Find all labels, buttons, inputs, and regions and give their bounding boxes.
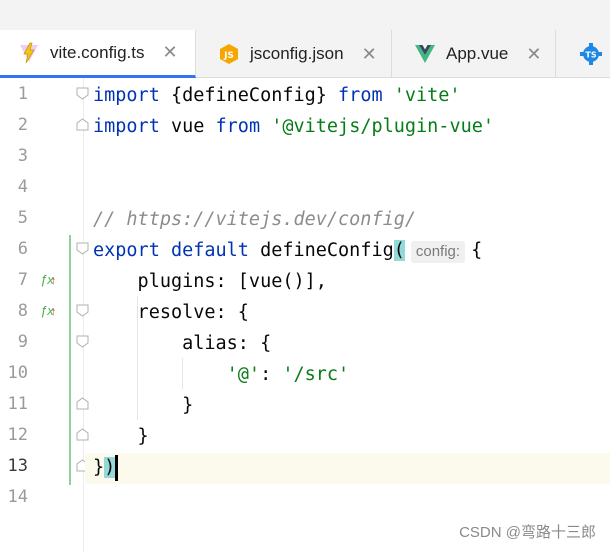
tab-ts-settings[interactable]: TS bbox=[556, 30, 610, 78]
close-icon[interactable]: ✕ bbox=[163, 42, 178, 63]
code-line-8: resolve: { bbox=[93, 302, 249, 323]
line-number: 14 bbox=[7, 487, 28, 507]
scope-indicator bbox=[69, 235, 71, 485]
code-line-11: } bbox=[93, 395, 194, 416]
line-number: 6 bbox=[17, 239, 28, 259]
tab-label: vite.config.ts bbox=[50, 42, 145, 62]
code-line-7: plugins: [vue()], bbox=[93, 271, 327, 292]
line-number: 8 bbox=[17, 301, 28, 321]
code-line-6: export default defineConfig(config:{ bbox=[93, 240, 483, 263]
current-line-highlight bbox=[85, 453, 610, 484]
line-number: 2 bbox=[17, 115, 28, 135]
vue-icon bbox=[414, 43, 436, 65]
code-line-12: } bbox=[93, 426, 149, 447]
line-number: 11 bbox=[7, 394, 28, 414]
text-caret bbox=[115, 455, 119, 481]
code-line-9: alias: { bbox=[93, 333, 272, 354]
line-number: 5 bbox=[17, 208, 28, 228]
editor-tab-bar: vite.config.ts ✕ JS jsconfig.json ✕ App.… bbox=[0, 0, 610, 78]
code-line-13: }) bbox=[93, 452, 119, 483]
code-line-10: '@': '/src' bbox=[93, 364, 350, 385]
watermark: CSDN @弯路十三郎 bbox=[459, 524, 596, 541]
code-editor[interactable]: import {defineConfig} from 'vite' import… bbox=[69, 78, 610, 552]
tab-label: jsconfig.json bbox=[250, 44, 344, 63]
line-number: 7 bbox=[17, 270, 28, 290]
line-number: 1 bbox=[17, 84, 28, 104]
line-number-current: 13 bbox=[7, 456, 28, 476]
vite-icon bbox=[18, 42, 40, 64]
tab-jsconfig[interactable]: JS jsconfig.json ✕ bbox=[196, 30, 392, 78]
tab-vite-config[interactable]: vite.config.ts ✕ bbox=[0, 30, 196, 78]
override-method-icon[interactable]: ƒx↑ bbox=[40, 272, 56, 287]
svg-text:TS: TS bbox=[585, 51, 596, 60]
editor-gutter: 1 2 3 4 5 6 7 8 9 10 11 12 13 14 ƒx↑ ƒx↑ bbox=[0, 78, 89, 552]
tab-label: App.vue bbox=[446, 44, 509, 63]
line-number: 3 bbox=[17, 146, 28, 166]
override-method-icon[interactable]: ƒx↑ bbox=[40, 303, 56, 318]
close-icon[interactable]: ✕ bbox=[526, 44, 541, 65]
close-icon[interactable]: ✕ bbox=[362, 44, 377, 65]
line-number: 10 bbox=[7, 363, 28, 383]
code-line-5: // https://vitejs.dev/config/ bbox=[93, 209, 417, 230]
matched-paren: ( bbox=[393, 240, 405, 261]
code-line-2: import vue from '@vitejs/plugin-vue' bbox=[93, 116, 494, 137]
code-line-1: import {defineConfig} from 'vite' bbox=[93, 85, 461, 106]
line-number: 12 bbox=[7, 425, 28, 445]
line-number: 9 bbox=[17, 332, 28, 352]
tab-app-vue[interactable]: App.vue ✕ bbox=[392, 30, 556, 78]
ts-settings-icon: TS bbox=[580, 43, 602, 65]
line-number: 4 bbox=[17, 177, 28, 197]
parameter-hint: config: bbox=[410, 241, 466, 263]
svg-text:JS: JS bbox=[223, 51, 234, 61]
matched-paren: ) bbox=[104, 457, 116, 478]
json-icon: JS bbox=[218, 43, 240, 65]
